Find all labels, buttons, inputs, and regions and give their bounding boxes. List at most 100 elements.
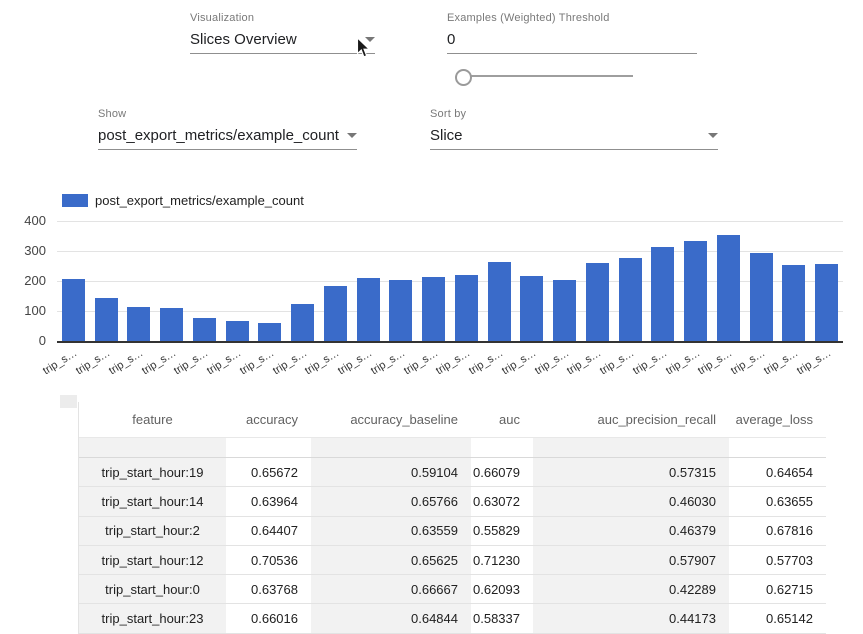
chart-legend: post_export_metrics/example_count [62,193,304,208]
bar-slot [319,221,352,341]
table-cell: 0.57315 [533,458,729,486]
table-row[interactable]: trip_start_hour:190.656720.591040.660790… [79,458,826,487]
bar-slot [679,221,712,341]
bar[interactable] [422,277,445,341]
table-cell: 0.65766 [311,487,471,515]
column-header-average_loss[interactable]: average_loss [729,402,826,437]
table-cell: 0.55829 [471,517,533,545]
table-cell: 0.63559 [311,517,471,545]
table-cell: 0.57907 [533,546,729,574]
y-axis-tick-label: 400 [12,213,46,228]
column-header-accuracy[interactable]: accuracy [226,402,311,437]
bar[interactable] [291,304,314,341]
bar[interactable] [127,307,150,341]
column-header-accuracy_baseline[interactable]: accuracy_baseline [311,402,471,437]
threshold-value: 0 [447,31,455,48]
bar[interactable] [357,278,380,341]
filter-cell [533,438,729,457]
table-cell: 0.65625 [311,546,471,574]
bar[interactable] [324,286,347,341]
bar[interactable] [258,323,281,341]
bar[interactable] [684,241,707,341]
legend-label: post_export_metrics/example_count [95,193,304,208]
column-header-feature[interactable]: feature [79,402,226,437]
table-cell: 0.59104 [311,458,471,486]
table-cell: 0.63072 [471,487,533,515]
bar[interactable] [586,263,609,341]
bar-slot [712,221,745,341]
bar[interactable] [226,321,249,341]
show-metric-select[interactable]: Show post_export_metrics/example_count [98,108,357,150]
bar-slot [483,221,516,341]
table-row[interactable]: trip_start_hour:120.705360.656250.712300… [79,546,826,575]
bar[interactable] [619,258,642,341]
bar-slot [778,221,811,341]
metrics-table: featureaccuracyaccuracy_baselineaucauc_p… [78,402,826,634]
table-row[interactable]: trip_start_hour:140.639640.657660.63072 0… [79,487,826,516]
y-axis-tick-label: 200 [12,273,46,288]
bar[interactable] [160,308,183,341]
bar-slot [155,221,188,341]
filter-cell [226,438,311,457]
bar[interactable] [62,279,85,341]
table-cell: 0.64407 [226,517,311,545]
table-row[interactable]: trip_start_hour:20.644070.635590.558290.… [79,517,826,546]
threshold-label: Examples (Weighted) Threshold [447,12,697,24]
bar[interactable] [455,275,478,341]
table-filter-row [79,438,826,458]
visualization-label: Visualization [190,12,375,24]
table-row[interactable]: trip_start_hour:230.660160.648440.583370… [79,604,826,633]
column-header-auc[interactable]: auc [471,402,533,437]
bar[interactable] [389,280,412,342]
bar[interactable] [651,247,674,341]
dropdown-caret-icon [347,133,357,138]
table-cell: trip_start_hour:14 [79,487,226,515]
bar[interactable] [488,262,511,341]
slider-handle[interactable] [455,69,472,86]
bar-slot [417,221,450,341]
table-cell: trip_start_hour:12 [79,546,226,574]
filter-cell [79,438,226,457]
bar[interactable] [717,235,740,341]
bar[interactable] [553,280,576,342]
bar[interactable] [782,265,805,342]
table-cell: 0.66667 [311,575,471,603]
bar[interactable] [520,276,543,341]
table-cell: trip_start_hour:23 [79,604,226,632]
show-label: Show [98,108,357,120]
table-cell: 0.65672 [226,458,311,486]
bar[interactable] [750,253,773,341]
dropdown-caret-icon [708,133,718,138]
table-cell: 0.63768 [226,575,311,603]
visualization-select[interactable]: Visualization Slices Overview [190,12,375,54]
table-cell: 0.63655 [729,487,826,515]
sort-by-select[interactable]: Sort by Slice [430,108,718,150]
table-cell: 0.64654 [729,458,826,486]
filter-cell [471,438,533,457]
bar[interactable] [193,318,216,341]
table-cell: 0.66016 [226,604,311,632]
bar-slot [90,221,123,341]
bar[interactable] [95,298,118,342]
bar-slot [614,221,647,341]
table-cell: 0.62093 [471,575,533,603]
filter-cell [729,438,826,457]
bar-slot [385,221,418,341]
bar-slot [286,221,319,341]
table-cell: 0.65142 [729,604,826,632]
bar[interactable] [815,264,838,341]
table-cell: 0.58337 [471,604,533,632]
column-header-auc_precision_recall[interactable]: auc_precision_recall [533,402,729,437]
threshold-input[interactable]: Examples (Weighted) Threshold 0 [447,12,697,54]
table-cell: 0.71230 [471,546,533,574]
bar-slot [647,221,680,341]
slider-track[interactable] [461,75,633,77]
threshold-slider[interactable] [455,66,637,86]
visualization-value: Slices Overview [190,31,297,48]
table-row[interactable]: trip_start_hour:00.637680.666670.620930.… [79,575,826,604]
table-cell: 0.44173 [533,604,729,632]
table-cell: trip_start_hour:0 [79,575,226,603]
table-cell: 0.63964 [226,487,311,515]
table-cell: 0.64844 [311,604,471,632]
chart-plot [57,221,843,343]
